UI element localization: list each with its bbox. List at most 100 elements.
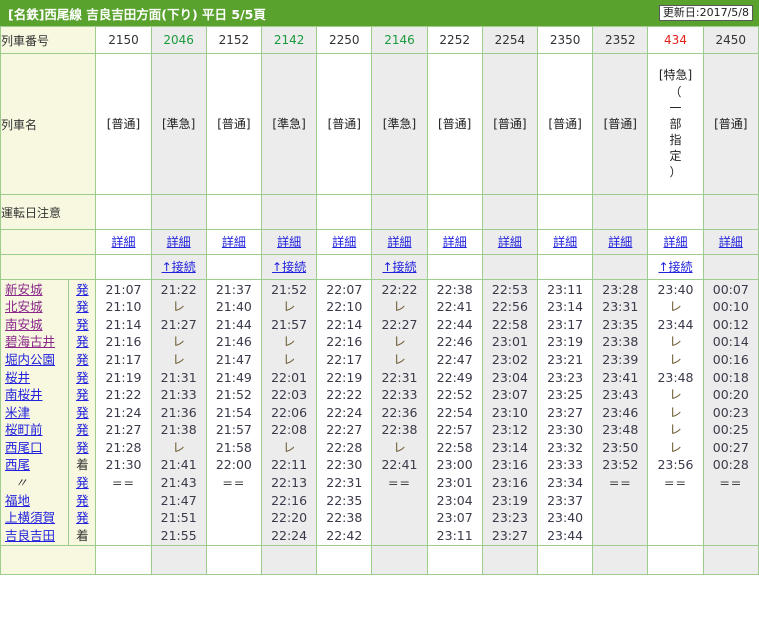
time-cell: 00:16 xyxy=(712,351,749,367)
train-number-cell: 2152 xyxy=(205,26,262,54)
time-cell: 23:27 xyxy=(491,527,528,543)
train-type-label: [普通] xyxy=(548,116,582,131)
station-link[interactable]: 吉良吉田 xyxy=(5,528,55,543)
detail-link[interactable]: 詳細 xyxy=(222,235,246,249)
time-cell: 21:47 xyxy=(160,492,197,508)
train-type-label: [普通] xyxy=(217,116,251,131)
station-link[interactable]: 碧海古井 xyxy=(5,334,55,349)
departure-mark[interactable]: 発 xyxy=(70,474,95,492)
station-link[interactable]: 南桜井 xyxy=(5,387,43,402)
connection-link[interactable]: ↑接続 xyxy=(162,260,196,274)
connection-link[interactable]: ↑接続 xyxy=(382,260,416,274)
footer-cell xyxy=(95,545,152,575)
footer-cell xyxy=(260,545,318,575)
time-cell: 22:54 xyxy=(436,404,473,420)
time-cell: 21:19 xyxy=(105,369,142,385)
detail-link-cell: 詳細 xyxy=(481,229,539,255)
station-link[interactable]: 南安城 xyxy=(5,317,43,332)
time-cell: 23:11 xyxy=(547,281,584,297)
operation-note-cell xyxy=(647,194,704,230)
station-link[interactable]: 福地 xyxy=(5,493,30,508)
time-cell: 22:07 xyxy=(326,281,363,297)
time-cell: 21:30 xyxy=(105,457,142,473)
detail-link-cell: 詳細 xyxy=(371,229,428,255)
departure-mark[interactable]: 発 xyxy=(70,404,95,422)
timetable: 列車番号 2150 2046 2152 2142 2250 2146 2252 2254 235… xyxy=(0,26,759,575)
connection-link[interactable]: ↑接続 xyxy=(658,260,692,274)
departure-mark[interactable]: 発 xyxy=(70,509,95,527)
departure-mark[interactable]: 発 xyxy=(70,421,95,439)
detail-link[interactable]: 詳細 xyxy=(332,235,356,249)
time-cell: 23:46 xyxy=(602,404,639,420)
time-cell: 21:55 xyxy=(160,527,197,543)
station-row: 北安城 xyxy=(2,298,68,316)
departure-mark[interactable]: 発 xyxy=(70,333,95,351)
station-row: 南桜井 xyxy=(2,386,68,404)
train-seat-note: （ 一 部 指 定 ） xyxy=(669,84,682,180)
detail-link[interactable]: 詳細 xyxy=(387,235,411,249)
time-cell: 22:14 xyxy=(326,316,363,332)
time-cell: 21:07 xyxy=(105,281,142,297)
train-type-label: [特急] xyxy=(658,68,693,83)
departure-mark[interactable]: 発 xyxy=(70,316,95,334)
detail-link[interactable]: 詳細 xyxy=(553,235,577,249)
detail-link-cell: 詳細 xyxy=(316,229,373,255)
train-number-cell: 2350 xyxy=(536,26,594,54)
time-cell: 22:19 xyxy=(326,369,363,385)
footer-cell xyxy=(481,545,539,575)
station-link[interactable]: 西尾 xyxy=(5,457,30,472)
departure-mark[interactable]: 発 xyxy=(70,439,95,457)
time-cell: == xyxy=(222,475,246,491)
time-cell xyxy=(649,527,702,545)
station-row: 米津 xyxy=(2,404,68,422)
connection-link-cell: ↑接続 xyxy=(260,254,318,280)
time-cell: レ xyxy=(669,334,682,350)
departure-mark[interactable]: 発 xyxy=(70,369,95,387)
footer-cell xyxy=(316,545,373,575)
connection-link-cell xyxy=(536,254,594,280)
station-link[interactable]: 北安城 xyxy=(5,299,43,314)
time-cell xyxy=(704,509,757,527)
station-link[interactable]: 米津 xyxy=(5,405,30,420)
detail-link[interactable]: 詳細 xyxy=(111,235,135,249)
departure-mark[interactable]: 発 xyxy=(70,492,95,510)
time-cell xyxy=(704,527,757,545)
detail-link[interactable]: 詳細 xyxy=(443,235,467,249)
departure-mark[interactable]: 発 xyxy=(70,281,95,299)
departure-mark[interactable]: 発 xyxy=(70,298,95,316)
time-column: 22:07 22:10 22:14 22:16 22:17 22:19 22:22 22:24… xyxy=(316,279,373,546)
detail-link[interactable]: 詳細 xyxy=(167,235,191,249)
time-cell: 21:40 xyxy=(215,299,252,315)
time-cell: 23:00 xyxy=(436,457,473,473)
train-number-cell: 2150 xyxy=(95,26,152,54)
time-cell: 22:31 xyxy=(381,369,418,385)
train-name-cell: [普通] xyxy=(316,53,373,195)
time-cell: 23:28 xyxy=(602,281,639,297)
station-link[interactable]: 堀内公園 xyxy=(5,352,55,367)
train-number-cell: 2254 xyxy=(481,26,539,54)
station-link[interactable]: 上横須賀 xyxy=(5,510,55,525)
detail-link[interactable]: 詳細 xyxy=(719,235,743,249)
train-type-label: [普通] xyxy=(327,116,361,131)
station-link[interactable]: 西尾口 xyxy=(5,440,43,455)
time-cell: 23:04 xyxy=(491,369,528,385)
train-name-cell: [普通] xyxy=(702,53,759,195)
detail-link[interactable]: 詳細 xyxy=(277,235,301,249)
detail-link[interactable]: 詳細 xyxy=(664,235,688,249)
train-name-cell: [普通] xyxy=(536,53,594,195)
station-link[interactable]: 新安城 xyxy=(5,282,43,297)
detail-link[interactable]: 詳細 xyxy=(608,235,632,249)
time-column: 22:22 レ 22:27 レレ 22:31 22:33 22:36 22:38 レ 22:41 =… xyxy=(371,279,428,546)
station-link[interactable]: 桜町前 xyxy=(5,422,43,437)
departure-mark[interactable]: 発 xyxy=(70,351,95,369)
detail-link[interactable]: 詳細 xyxy=(498,235,522,249)
departure-mark[interactable]: 発 xyxy=(70,386,95,404)
station-link[interactable]: 桜井 xyxy=(5,370,30,385)
time-cell: 21:43 xyxy=(160,475,197,491)
time-cell: レ xyxy=(393,299,406,315)
connection-link[interactable]: ↑接続 xyxy=(272,260,306,274)
operation-note-cell xyxy=(481,194,539,230)
time-cell: 21:33 xyxy=(160,387,197,403)
detail-link-cell: 詳細 xyxy=(205,229,262,255)
connection-link-cell xyxy=(592,254,649,280)
